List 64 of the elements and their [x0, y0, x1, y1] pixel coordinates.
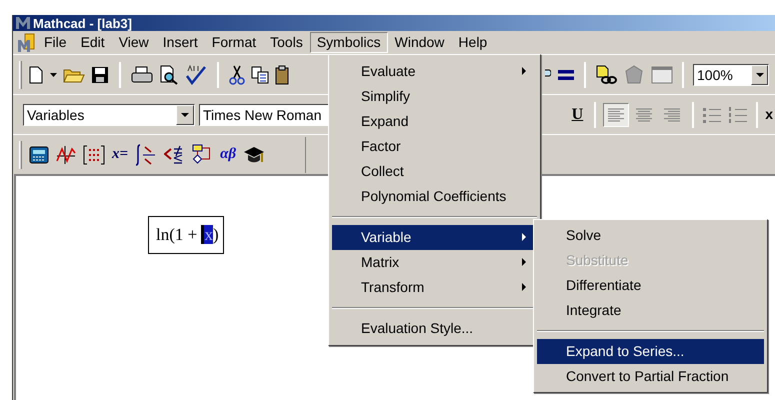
bullet-list-icon[interactable] — [701, 106, 724, 124]
dropdown-button[interactable] — [751, 64, 768, 84]
evaluation-button[interactable]: x= — [112, 143, 128, 166]
spell-check-icon[interactable] — [185, 64, 207, 84]
menu-item[interactable]: Help — [451, 32, 494, 53]
font-value: Times New Roman — [202, 106, 322, 124]
menu-item[interactable]: Format — [204, 32, 264, 53]
greek-button[interactable]: αβ — [220, 143, 236, 166]
menu-item[interactable]: Evaluation Style... — [332, 316, 537, 341]
matrix-icon[interactable] — [83, 144, 105, 164]
new-document-icon[interactable] — [28, 66, 44, 84]
chain-link-icon[interactable] — [595, 64, 617, 84]
math-region[interactable]: ln(1 + x) — [148, 216, 224, 254]
menu-item[interactable]: Differentiate — [537, 273, 764, 298]
calculator-icon[interactable] — [29, 146, 49, 164]
scissors-icon[interactable] — [229, 64, 245, 84]
dropdown-arrow-icon — [181, 112, 189, 116]
menu-item[interactable]: Factor — [332, 134, 537, 159]
numbered-list-icon[interactable] — [727, 106, 750, 124]
style-combo[interactable]: Variables — [23, 104, 195, 126]
open-folder-icon[interactable] — [63, 66, 85, 82]
window-icon[interactable] — [651, 66, 673, 84]
clipboard-icon[interactable] — [275, 64, 289, 84]
dropdown-button[interactable] — [176, 104, 194, 124]
menu-item[interactable]: Integrate — [537, 298, 764, 323]
menu-item[interactable]: Window — [388, 32, 452, 53]
underline-button[interactable]: U — [568, 102, 588, 126]
menu-item[interactable]: Edit — [74, 32, 112, 53]
graph-icon[interactable] — [56, 144, 76, 164]
menu-item[interactable]: Insert — [156, 32, 205, 53]
menu-item[interactable]: Tools — [263, 32, 310, 53]
align-right-icon — [663, 108, 682, 122]
menu-item[interactable]: Transform — [332, 275, 537, 300]
print-preview-icon[interactable] — [159, 64, 179, 84]
equals-icon[interactable] — [557, 68, 575, 80]
comparison-icon[interactable] — [164, 144, 184, 164]
calculus-icon[interactable] — [135, 144, 158, 166]
zoom-value: 100% — [696, 66, 734, 84]
component-icon[interactable] — [623, 64, 645, 84]
align-left-button[interactable] — [603, 102, 630, 126]
dropdown-arrow-icon — [756, 72, 764, 76]
menu-item[interactable]: Symbolics — [310, 32, 388, 53]
align-left-icon — [607, 108, 626, 122]
menu-item[interactable]: Polynomial Coefficients — [332, 184, 537, 209]
copy-icon[interactable] — [251, 66, 269, 84]
menu-item[interactable]: Expand to Series... — [537, 339, 764, 364]
math-expression: ln(1 + x) — [156, 224, 219, 246]
style-value: Variables — [26, 106, 86, 124]
printer-icon[interactable] — [131, 66, 153, 84]
window-title: Mathcad - [lab3] — [33, 16, 132, 30]
menu-item[interactable]: Solve — [537, 223, 764, 248]
menu-item[interactable]: Matrix — [332, 250, 537, 275]
subscript-button[interactable]: x — [765, 104, 773, 125]
app-logo-icon — [17, 32, 37, 52]
dropdown-arrow-icon[interactable] — [50, 72, 57, 76]
zoom-combo[interactable]: 100% — [693, 64, 769, 86]
graduation-cap-icon[interactable] — [243, 144, 266, 164]
menu-item[interactable]: Collect — [332, 159, 537, 184]
menu-item[interactable]: View — [112, 32, 156, 53]
align-center-icon — [635, 108, 654, 122]
app-logo-icon — [15, 16, 31, 30]
menu-item[interactable]: Evaluate — [332, 59, 537, 84]
menu-item[interactable]: File — [37, 32, 74, 53]
menu-item[interactable]: Convert to Partial Fraction — [537, 364, 764, 389]
